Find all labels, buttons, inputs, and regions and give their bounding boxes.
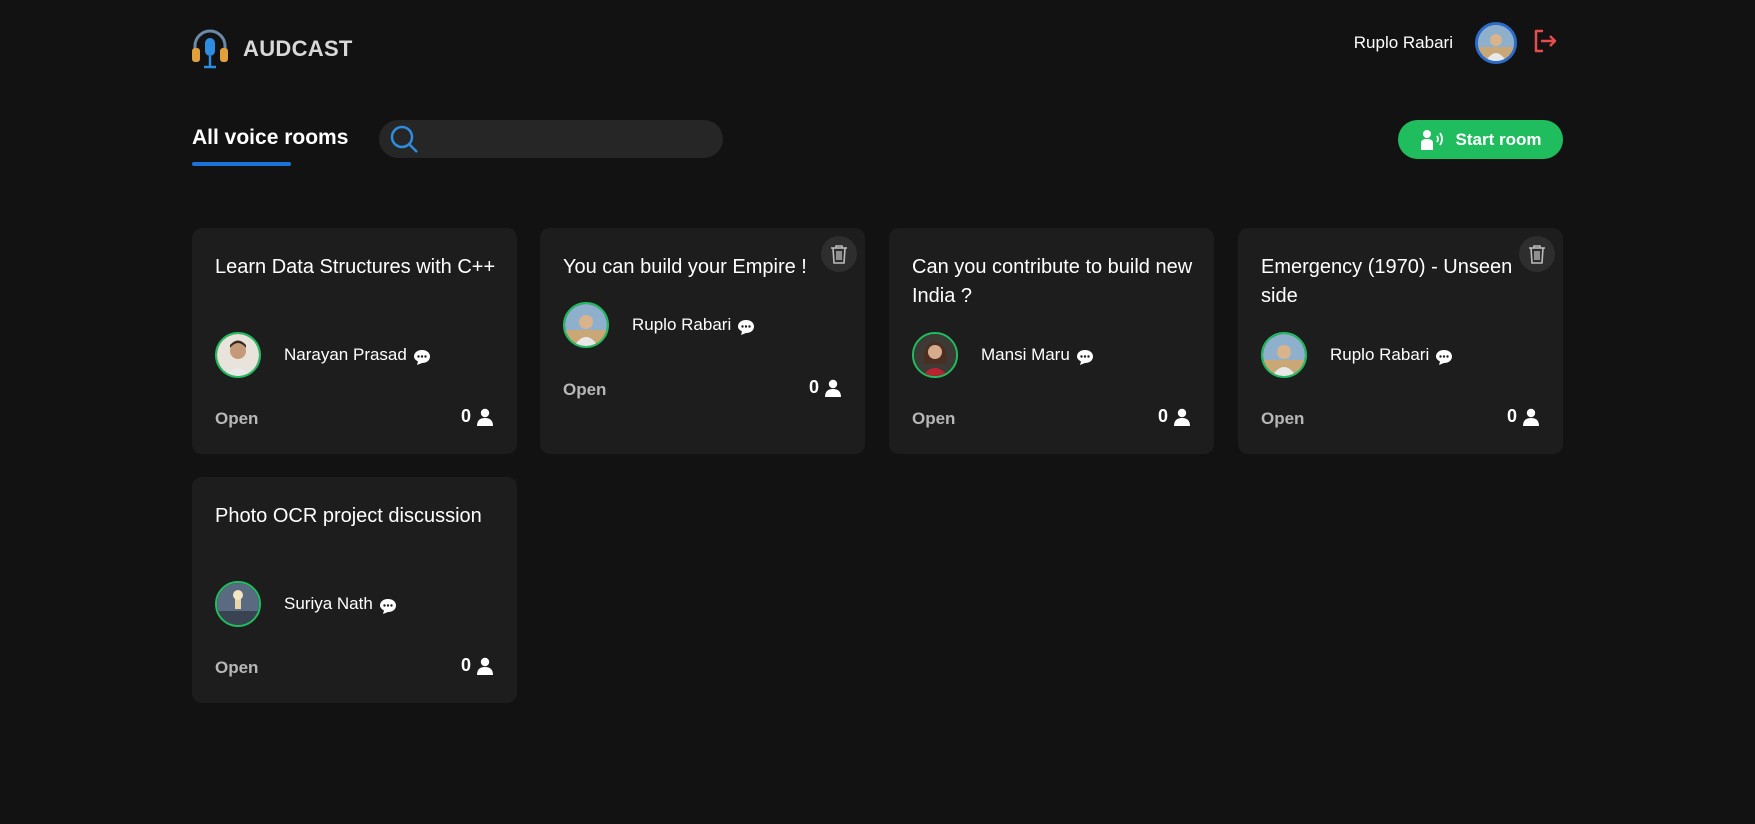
- chat-bubble-icon: [738, 320, 755, 335]
- app-name: AUDCAST: [243, 36, 353, 61]
- room-status: Open: [215, 658, 259, 677]
- start-room-button[interactable]: Start room: [1398, 120, 1563, 159]
- delete-room-button[interactable]: [821, 236, 857, 272]
- room-title: Photo OCR project discussion: [215, 505, 482, 527]
- user-avatar[interactable]: [1475, 22, 1517, 64]
- room-status: Open: [1261, 409, 1305, 428]
- person-icon: [1523, 408, 1539, 426]
- trash-icon: [831, 245, 847, 264]
- room-card[interactable]: Photo OCR project discussion Suriya Nath…: [192, 477, 517, 703]
- room-speaker: Suriya Nath: [215, 581, 398, 627]
- speaker-avatar: [912, 332, 958, 378]
- speaker-avatar: [1261, 332, 1307, 378]
- person-icon: [1174, 408, 1190, 426]
- logout-icon[interactable]: [1531, 27, 1559, 55]
- person-icon: [825, 379, 841, 397]
- listener-number: 0: [1157, 406, 1168, 426]
- title-underline: [192, 162, 291, 166]
- delete-room-button[interactable]: [1519, 236, 1555, 272]
- start-room-label: Start room: [1455, 129, 1542, 149]
- room-title: Can you contribute to build new India ?: [912, 256, 1193, 307]
- listener-count: 0: [461, 406, 493, 427]
- trash-icon: [1529, 245, 1545, 264]
- speaker-avatar: [563, 302, 609, 348]
- speaker-name: Suriya Nath: [284, 594, 373, 613]
- room-card[interactable]: Emergency (1970) - Unseen side Ruplo Rab…: [1238, 228, 1563, 454]
- speaker-avatar: [215, 332, 261, 378]
- room-speaker: Narayan Prasad: [215, 332, 432, 378]
- room-speaker: Ruplo Rabari: [1261, 332, 1454, 378]
- chat-bubble-icon: [379, 599, 396, 614]
- page-title: All voice rooms: [192, 126, 349, 149]
- speaker-name: Mansi Maru: [981, 345, 1070, 364]
- room-card[interactable]: Can you contribute to build new India ? …: [889, 228, 1214, 454]
- room-title: You can build your Empire !: [563, 256, 807, 278]
- room-status: Open: [215, 409, 259, 428]
- avatar-image: [1478, 25, 1514, 61]
- speaker-name: Narayan Prasad: [284, 345, 407, 364]
- listener-number: 0: [1506, 406, 1517, 426]
- person-icon: [477, 408, 493, 426]
- toolbar: All voice rooms Start room: [192, 120, 1563, 170]
- chat-bubble-icon: [1436, 350, 1453, 365]
- room-status: Open: [912, 409, 956, 428]
- speaker-avatar: [215, 581, 261, 627]
- header: AUDCAST Ruplo Rabari: [0, 0, 1755, 100]
- room-speaker: Ruplo Rabari: [563, 302, 756, 348]
- room-card[interactable]: You can build your Empire ! Ruplo Rabari…: [540, 228, 865, 454]
- headphones-mic-icon: [192, 29, 228, 69]
- person-icon: [477, 657, 493, 675]
- listener-count: 0: [809, 377, 841, 398]
- room-status: Open: [563, 380, 607, 399]
- listener-count: 0: [461, 655, 493, 676]
- user-name: Ruplo Rabari: [1353, 33, 1453, 52]
- listener-number: 0: [460, 406, 471, 426]
- room-speaker: Mansi Maru: [912, 332, 1095, 378]
- listener-count: 0: [1507, 406, 1539, 427]
- listener-number: 0: [808, 377, 819, 397]
- chat-bubble-icon: [413, 350, 430, 365]
- user-block: Ruplo Rabari: [1354, 22, 1559, 64]
- listener-number: 0: [460, 655, 471, 675]
- room-card[interactable]: Learn Data Structures with C++ Narayan P…: [192, 228, 517, 454]
- search-input[interactable]: [425, 129, 723, 149]
- room-title: Learn Data Structures with C++: [215, 256, 496, 278]
- room-title: Emergency (1970) - Unseen side: [1261, 256, 1513, 307]
- speaking-person-icon: [1420, 129, 1443, 150]
- speaker-name: Ruplo Rabari: [1330, 345, 1430, 364]
- listener-count: 0: [1158, 406, 1190, 427]
- chat-bubble-icon: [1076, 350, 1093, 365]
- search-bar[interactable]: [379, 120, 723, 158]
- search-icon: [390, 125, 418, 153]
- speaker-name: Ruplo Rabari: [632, 315, 732, 334]
- logo[interactable]: AUDCAST: [190, 28, 353, 70]
